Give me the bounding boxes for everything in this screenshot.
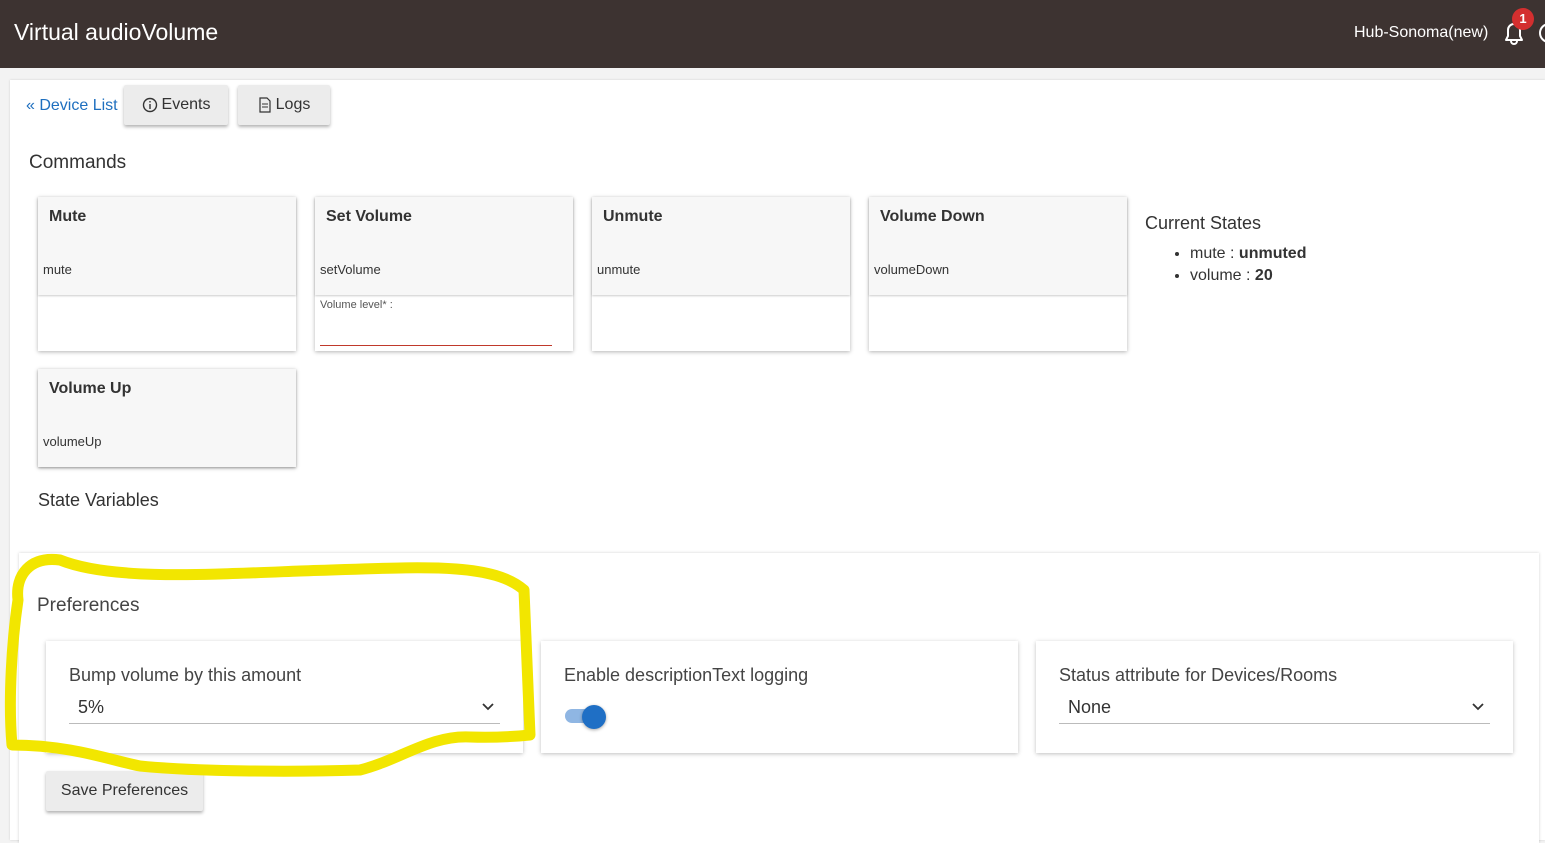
command-volume-down-button[interactable]: Volume Down volumeDown [869,197,1127,295]
command-label: Volume Down [880,208,985,225]
bump-volume-label: Bump volume by this amount [69,665,302,685]
command-label: Mute [49,208,87,225]
command-mute-button[interactable]: Mute mute [38,197,296,295]
document-icon [259,97,271,113]
pref-card-bump-volume: Bump volume by this amount 5% [46,641,523,753]
volume-level-label: Volume level* : [320,299,393,311]
state-name: volume [1190,267,1242,284]
info-icon [142,97,157,113]
state-name: mute [1190,245,1226,262]
state-value: unmuted [1238,245,1307,262]
hub-name[interactable]: Hub-Sonoma(new) [1354,24,1488,42]
events-button-label: Events [161,96,211,113]
save-preferences-button[interactable]: Save Preferences [46,771,203,811]
current-states-list: mute : unmuted volume : 20 [1168,243,1306,287]
command-volume-up-button[interactable]: Volume Up volumeUp [38,369,296,467]
command-params [38,295,296,351]
command-params [869,295,1127,351]
state-separator: : [1241,267,1255,284]
status-attribute-label: Status attribute for Devices/Rooms [1059,665,1338,685]
command-card-mute: Mute mute [38,197,296,351]
events-button[interactable]: Events [124,85,228,125]
chevron-down-icon [482,703,494,711]
command-card-volume-up: Volume Up volumeUp [38,369,296,467]
command-card-volume-down: Volume Down volumeDown [869,197,1127,351]
bump-volume-select[interactable]: 5% [69,695,500,724]
command-set-volume-button[interactable]: Set Volume setVolume [315,197,573,295]
command-label: Unmute [603,208,663,225]
page-title: Virtual audioVolume [14,19,219,45]
command-method: mute [43,262,72,277]
state-variables-title: State Variables [38,490,159,510]
status-attribute-value: None [1068,697,1112,717]
logs-button[interactable]: Logs [238,85,330,125]
command-method: volumeDown [874,262,950,277]
command-params [592,295,850,351]
state-item-mute: mute : unmuted [1190,243,1306,265]
account-icon[interactable] [1536,20,1545,46]
command-card-unmute: Unmute unmute [592,197,850,351]
bump-volume-value: 5% [78,697,105,717]
volume-level-input[interactable] [320,325,552,346]
commands-title: Commands [29,152,127,173]
command-unmute-button[interactable]: Unmute unmute [592,197,850,295]
state-separator: : [1225,245,1239,262]
logging-label: Enable descriptionText logging [564,665,809,685]
command-method: volumeUp [43,434,102,449]
pref-card-logging: Enable descriptionText logging [541,641,1018,753]
command-label: Volume Up [49,380,132,397]
command-method: setVolume [320,262,381,277]
pref-card-status-attribute: Status attribute for Devices/Rooms None [1036,641,1513,753]
preferences-title: Preferences [37,595,140,616]
device-list-link[interactable]: « Device List [26,97,118,115]
state-item-volume: volume : 20 [1190,265,1306,287]
command-label: Set Volume [326,208,412,225]
command-method: unmute [597,262,641,277]
command-card-set-volume: Set Volume setVolume Volume level* : [315,197,573,351]
chevron-down-icon [1472,703,1484,711]
current-states-title: Current States [1145,213,1262,233]
state-value: 20 [1254,267,1273,284]
status-attribute-select[interactable]: None [1059,695,1490,724]
command-params: Volume level* : [315,295,573,351]
logs-button-label: Logs [275,96,311,113]
top-bar: Virtual audioVolume Hub-Sonoma(new) 1 [0,0,1545,68]
logging-toggle-thumb[interactable] [582,705,606,729]
notification-badge[interactable]: 1 [1512,8,1534,30]
